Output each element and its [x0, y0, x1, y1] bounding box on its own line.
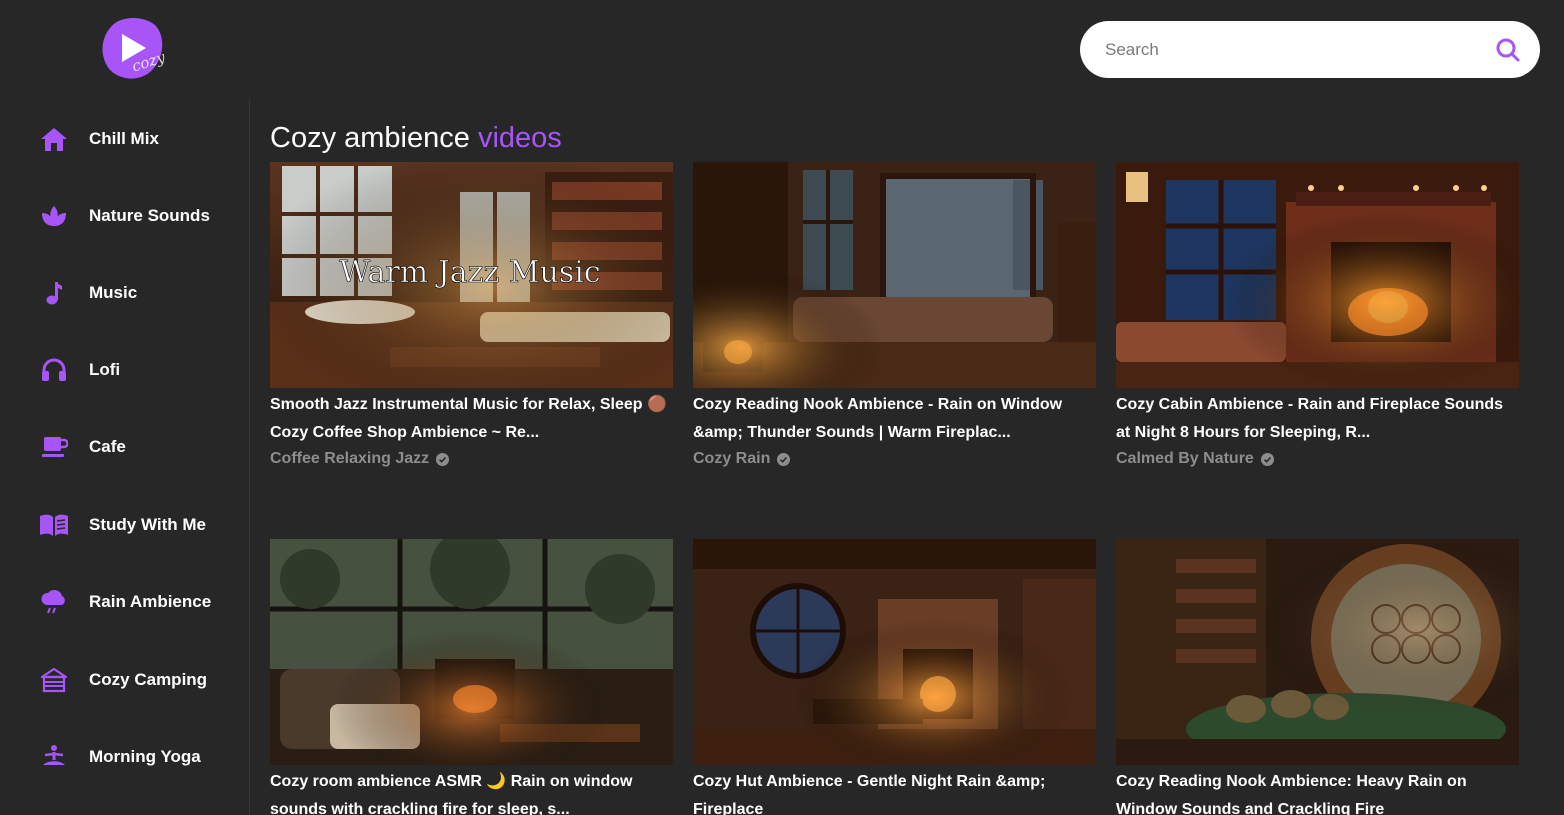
- sidebar-item-label: Chill Mix: [89, 129, 159, 148]
- sidebar-item-chill-mix[interactable]: Chill Mix: [38, 119, 159, 159]
- video-title[interactable]: Cozy Reading Nook Ambience: Heavy Rain o…: [1116, 768, 1519, 815]
- video-card[interactable]: Cozy room ambience ASMR 🌙 Rain on window…: [270, 539, 673, 815]
- video-card[interactable]: Warm Jazz Music Smooth Jazz Instrumental…: [270, 162, 673, 471]
- sidebar-item-music[interactable]: Music: [38, 273, 137, 313]
- sidebar-item-cafe[interactable]: Cafe: [38, 427, 126, 467]
- video-card[interactable]: Cozy Hut Ambience - Gentle Night Rain &a…: [693, 539, 1096, 815]
- video-card[interactable]: Cozy Reading Nook Ambience - Rain on Win…: [693, 162, 1096, 471]
- channel-name-text: Cozy Rain: [693, 450, 771, 467]
- channel-name-text: Coffee Relaxing Jazz: [270, 450, 430, 467]
- cozy-logo[interactable]: cozy: [98, 16, 168, 82]
- home-icon: [38, 123, 70, 155]
- video-thumbnail[interactable]: [693, 162, 1096, 388]
- page-title-prefix: Cozy ambience: [270, 122, 470, 154]
- video-thumbnail[interactable]: [1116, 162, 1519, 388]
- yoga-icon: [38, 741, 70, 773]
- channel-name[interactable]: Cozy Rain: [693, 447, 1096, 471]
- sidebar-item-label: Morning Yoga: [89, 747, 201, 766]
- sidebar: Chill Mix Nature Sounds Music Lofi Cafe …: [0, 100, 250, 815]
- video-title[interactable]: Cozy Hut Ambience - Gentle Night Rain &a…: [693, 768, 1096, 815]
- video-card[interactable]: Cozy Reading Nook Ambience: Heavy Rain o…: [1116, 539, 1519, 815]
- search-bar: [1080, 21, 1540, 78]
- sidebar-item-study-with-me[interactable]: Study With Me: [38, 505, 206, 545]
- sidebar-item-label: Study With Me: [89, 515, 206, 534]
- verified-icon: [777, 452, 791, 466]
- video-title[interactable]: Cozy room ambience ASMR 🌙 Rain on window…: [270, 768, 673, 815]
- music-note-icon: [38, 277, 70, 309]
- sidebar-item-nature-sounds[interactable]: Nature Sounds: [38, 196, 210, 236]
- video-title[interactable]: Smooth Jazz Instrumental Music for Relax…: [270, 391, 673, 447]
- sidebar-item-label: Lofi: [89, 360, 121, 379]
- coffee-cup-icon: [38, 431, 70, 463]
- page-title: Cozy ambience videos: [270, 122, 562, 155]
- channel-name[interactable]: Calmed By Nature: [1116, 447, 1519, 471]
- lotus-icon: [38, 200, 70, 232]
- sidebar-item-label: Cozy Camping: [89, 670, 208, 689]
- thumbnail-overlay-text: Warm Jazz Music: [339, 255, 600, 290]
- book-icon: [38, 509, 70, 541]
- sidebar-item-label: Rain Ambience: [89, 592, 212, 611]
- video-thumbnail[interactable]: [1116, 539, 1519, 765]
- sidebar-item-morning-yoga[interactable]: Morning Yoga: [38, 737, 201, 777]
- video-thumbnail[interactable]: Warm Jazz Music: [270, 162, 673, 388]
- search-input[interactable]: [1103, 38, 1494, 61]
- sidebar-item-label: Cafe: [89, 437, 126, 456]
- search-button[interactable]: [1494, 36, 1522, 64]
- campsite-icon: [38, 664, 70, 696]
- sidebar-item-lofi[interactable]: Lofi: [38, 350, 120, 390]
- sidebar-item-cozy-camping[interactable]: Cozy Camping: [38, 660, 207, 700]
- search-icon: [1496, 38, 1520, 61]
- sidebar-item-rain-ambience[interactable]: Rain Ambience: [38, 582, 211, 622]
- video-title[interactable]: Cozy Cabin Ambience - Rain and Fireplace…: [1116, 391, 1519, 447]
- video-thumbnail[interactable]: [270, 539, 673, 765]
- app-root: cozy Chill Mix: [0, 0, 1564, 815]
- verified-icon: [1260, 452, 1274, 466]
- video-card[interactable]: Cozy Cabin Ambience - Rain and Fireplace…: [1116, 162, 1519, 471]
- channel-name-text: Calmed By Nature: [1116, 450, 1254, 467]
- rain-cloud-icon: [38, 586, 70, 618]
- channel-name[interactable]: Coffee Relaxing Jazz: [270, 447, 673, 471]
- page-title-accent: videos: [477, 122, 562, 154]
- sidebar-item-label: Music: [89, 283, 138, 302]
- video-title[interactable]: Cozy Reading Nook Ambience - Rain on Win…: [693, 391, 1096, 447]
- sidebar-item-label: Nature Sounds: [89, 206, 210, 225]
- video-thumbnail[interactable]: [693, 539, 1096, 765]
- verified-icon: [436, 452, 450, 466]
- headphones-icon: [38, 354, 70, 386]
